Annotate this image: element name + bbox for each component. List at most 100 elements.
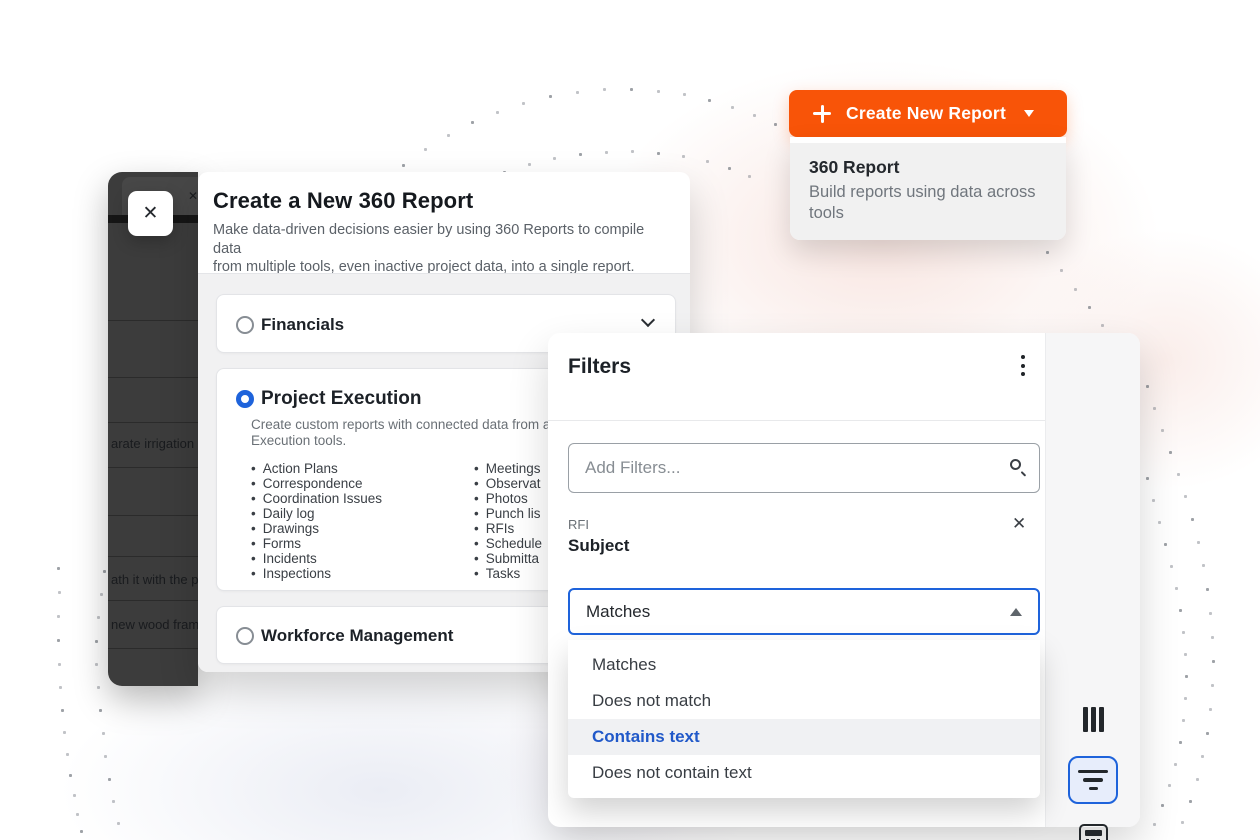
remove-filter-icon[interactable]: ✕ <box>1012 514 1026 534</box>
tool-list-item: Inspections <box>251 566 382 581</box>
decorative-dot <box>1196 778 1199 781</box>
radio-project-execution[interactable] <box>236 390 254 408</box>
decorative-dot <box>553 157 556 160</box>
tool-list-item: Daily log <box>251 506 382 521</box>
tool-list-item: Forms <box>251 536 382 551</box>
modal-subtitle: Make data-driven decisions easier by usi… <box>213 221 674 277</box>
operator-select-value: Matches <box>586 602 650 622</box>
radio-financials[interactable] <box>236 316 254 334</box>
page: ✕ arate irrigation sath it with the pnew… <box>0 0 1260 840</box>
decorative-dot <box>1146 477 1149 480</box>
decorative-dot <box>59 686 62 689</box>
dimmed-row-separator <box>108 320 198 321</box>
decorative-dot <box>1184 697 1187 700</box>
search-icon <box>1010 459 1028 477</box>
decorative-dot <box>753 114 756 117</box>
decorative-dot <box>576 91 579 94</box>
decorative-dot <box>97 686 100 689</box>
decorative-dot <box>630 88 633 91</box>
operator-option[interactable]: Matches <box>568 647 1040 683</box>
decorative-dot <box>1146 385 1149 388</box>
decorative-dot <box>402 164 405 167</box>
option-label: Project Execution <box>261 388 422 410</box>
decorative-dot <box>1161 804 1164 807</box>
close-icon: ✕ <box>143 202 159 225</box>
columns-icon[interactable] <box>1079 705 1107 733</box>
decorative-dot <box>1153 407 1156 410</box>
decorative-dot <box>63 731 66 734</box>
tool-list-item: Observat <box>474 476 542 491</box>
decorative-dot <box>1170 565 1173 568</box>
filters-title: Filters <box>568 355 631 379</box>
kebab-menu-icon[interactable] <box>1014 355 1032 385</box>
decorative-dot <box>66 753 69 756</box>
filter-field-label: Subject <box>568 536 629 556</box>
create-new-report-label: Create New Report <box>846 103 1006 124</box>
decorative-dot <box>104 755 107 758</box>
tool-list-column-1: Action PlansCorrespondenceCoordination I… <box>251 461 382 581</box>
decorative-dot <box>1179 609 1182 612</box>
decorative-dot <box>1184 495 1187 498</box>
decorative-dot <box>683 93 686 96</box>
decorative-dot <box>1206 588 1209 591</box>
decorative-dot <box>1211 636 1214 639</box>
decorative-dot <box>117 822 120 825</box>
decorative-dot <box>1153 823 1156 826</box>
decorative-dot <box>1181 821 1184 824</box>
decorative-dot <box>103 570 106 573</box>
decorative-dot <box>1175 587 1178 590</box>
decorative-dot <box>496 111 499 114</box>
tool-list-item: RFIs <box>474 521 542 536</box>
decorative-dot <box>447 134 450 137</box>
decorative-dot <box>605 151 608 154</box>
decorative-dot <box>579 153 582 156</box>
decorative-dot <box>528 163 531 166</box>
option-label: Financials <box>261 315 344 335</box>
chevron-down-icon[interactable] <box>641 313 655 327</box>
tool-list-item: Photos <box>474 491 542 506</box>
operator-dropdown: MatchesDoes not matchContains textDoes n… <box>568 640 1040 798</box>
operator-select[interactable]: Matches <box>568 588 1040 635</box>
decorative-dot <box>1211 684 1214 687</box>
decorative-dot <box>728 167 731 170</box>
dimmed-row-separator <box>108 648 198 649</box>
menu-item-360-report[interactable]: 360 Report Build reports using data acro… <box>790 143 1066 240</box>
operator-option[interactable]: Does not match <box>568 683 1040 719</box>
decorative-dot <box>1169 451 1172 454</box>
tool-list-item: Schedule <box>474 536 542 551</box>
decorative-dot <box>1060 269 1063 272</box>
decorative-dot <box>1209 612 1212 615</box>
decorative-dot <box>73 794 76 797</box>
decorative-dot <box>102 732 105 735</box>
decorative-dot <box>108 778 111 781</box>
tool-list-item: Tasks <box>474 566 542 581</box>
calculator-icon[interactable] <box>1077 823 1109 840</box>
option-description: Create custom reports with connected dat… <box>251 417 569 448</box>
menu-item-title: 360 Report <box>809 157 1050 178</box>
decorative-dot <box>58 663 61 666</box>
dimmed-row-separator <box>108 377 198 378</box>
decorative-dot <box>1201 755 1204 758</box>
decorative-dot <box>1179 741 1182 744</box>
divider <box>548 420 1045 421</box>
filter-group-label: RFI <box>568 517 589 532</box>
close-button[interactable]: ✕ <box>128 191 173 236</box>
operator-option-active[interactable]: Contains text <box>568 719 1040 755</box>
decorative-dot <box>549 95 552 98</box>
decorative-dot <box>731 106 734 109</box>
modal-title: Create a New 360 Report <box>213 188 674 214</box>
decorative-dot <box>99 709 102 712</box>
operator-option[interactable]: Does not contain text <box>568 755 1040 791</box>
decorative-dot <box>58 591 61 594</box>
decorative-dot <box>1158 521 1161 524</box>
tool-list-item: Punch lis <box>474 506 542 521</box>
dimmed-row-text: ath it with the p <box>111 572 198 587</box>
decorative-dot <box>1177 473 1180 476</box>
create-new-report-button[interactable]: Create New Report <box>789 90 1067 137</box>
add-filters-input[interactable] <box>568 443 1040 493</box>
decorative-dot <box>1161 429 1164 432</box>
radio-workforce[interactable] <box>236 627 254 645</box>
filter-icon-selected[interactable] <box>1068 756 1118 804</box>
dimmed-row-separator <box>108 467 198 468</box>
decorative-dot <box>1206 732 1209 735</box>
